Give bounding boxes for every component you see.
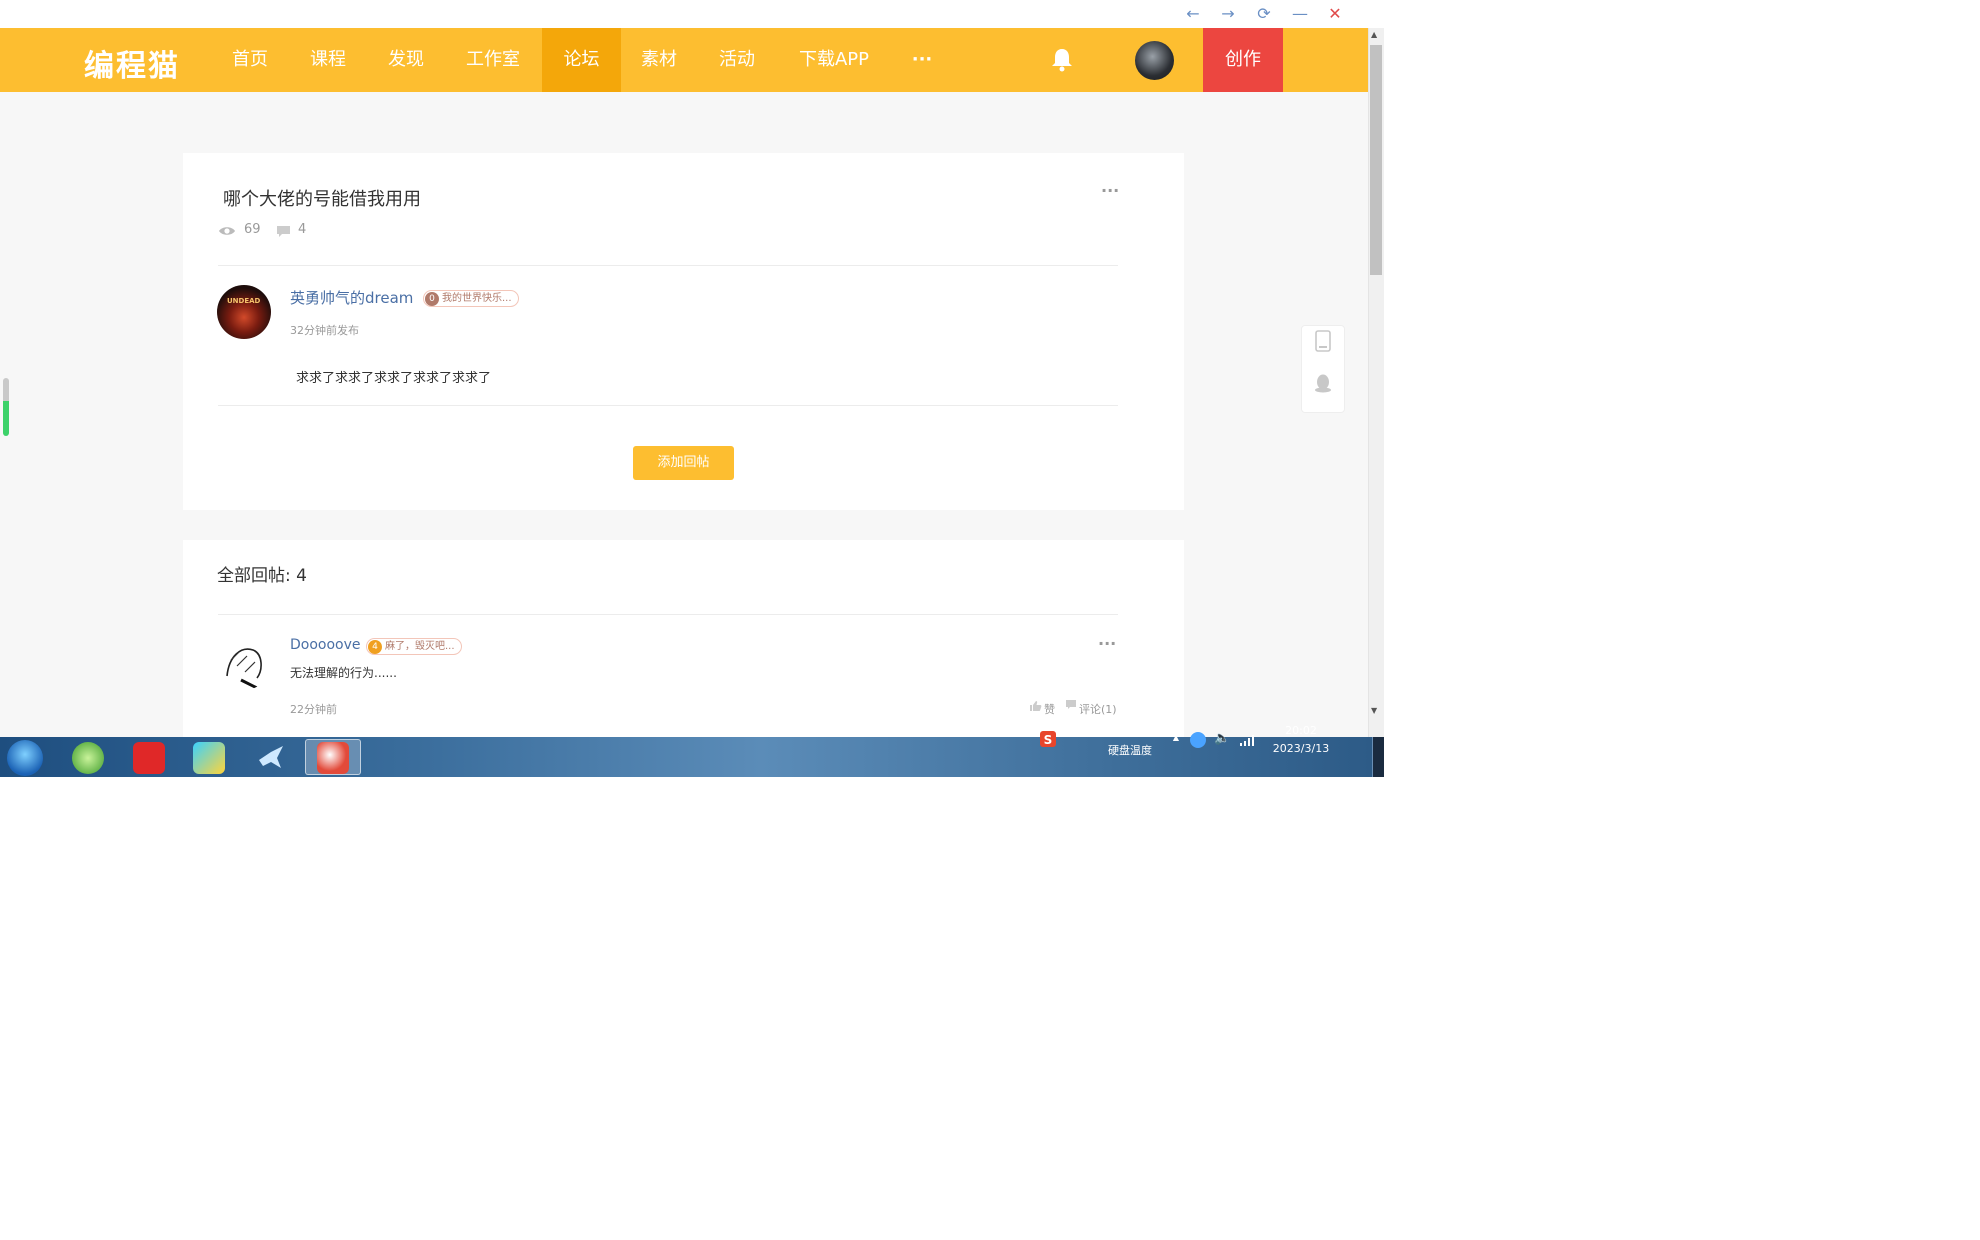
netease-music-app-icon[interactable] xyxy=(133,742,165,774)
post-title: 哪个大佬的号能借我用用 xyxy=(223,189,421,210)
nav-item-studio[interactable]: 工作室 xyxy=(452,28,534,92)
post-views-count: 69 xyxy=(244,222,261,237)
refresh-icon[interactable]: ⟳ xyxy=(1250,3,1278,25)
nav-item-events[interactable]: 活动 xyxy=(704,28,770,92)
like-button-label[interactable]: 赞 xyxy=(1044,701,1055,717)
clock-date[interactable]: 2023/3/13 xyxy=(1266,742,1336,755)
show-desktop-button[interactable] xyxy=(1372,737,1384,777)
reply-badge-text: 麻了，毁灭吧... xyxy=(385,641,455,652)
svg-text:S: S xyxy=(1044,733,1053,747)
scroll-down-arrow-icon[interactable]: ▼ xyxy=(1371,706,1377,715)
user-avatar[interactable] xyxy=(1135,41,1174,80)
reply-more-icon[interactable]: ··· xyxy=(1098,634,1116,653)
views-eye-icon xyxy=(219,227,235,235)
sogou-input-icon[interactable]: S xyxy=(1039,730,1057,748)
nav-item-home[interactable]: 首页 xyxy=(217,28,283,92)
replies-header: 全部回帖: 4 xyxy=(217,566,307,586)
nav-item-discover[interactable]: 发现 xyxy=(373,28,439,92)
scrollbar-thumb[interactable] xyxy=(1370,45,1382,275)
reply-author-name[interactable]: Dooooove xyxy=(290,637,361,653)
reply-content: 无法理解的行为...... xyxy=(290,666,397,680)
disk-temp-value: 31℃ xyxy=(1116,724,1144,737)
window-titlebar xyxy=(0,0,1384,28)
post-content: 求求了求求了求求了求求了求求了 xyxy=(296,371,492,386)
nav-more-icon[interactable]: ··· xyxy=(902,28,942,92)
tray-expand-icon[interactable]: ▲ xyxy=(1168,733,1184,742)
divider xyxy=(218,614,1118,615)
bell-icon[interactable] xyxy=(1050,47,1074,73)
author-badge: 0 我的世界快乐... xyxy=(423,290,519,307)
volume-icon[interactable]: 🔈 xyxy=(1214,731,1230,746)
post-comments-count: 4 xyxy=(298,222,307,237)
screen: ← → ⟳ — ✕ 编程猫 首页 课程 发现 工作室 论坛 素材 活动 下载AP… xyxy=(0,0,1980,1240)
reply-time: 22分钟前 xyxy=(290,703,337,716)
divider xyxy=(218,265,1118,266)
browser-app-icon[interactable] xyxy=(72,742,104,774)
divider xyxy=(218,405,1118,406)
back-icon[interactable]: ← xyxy=(1179,3,1207,25)
nav-item-courses[interactable]: 课程 xyxy=(295,28,361,92)
mobile-phone-icon[interactable] xyxy=(1314,330,1332,352)
reply-author-avatar[interactable] xyxy=(217,636,271,690)
close-icon[interactable]: ✕ xyxy=(1321,3,1349,25)
forward-icon[interactable]: → xyxy=(1214,3,1242,25)
codemao-app-icon[interactable] xyxy=(317,742,349,774)
disk-temp-label: 硬盘温度 xyxy=(1108,744,1152,757)
signal-icon[interactable] xyxy=(1240,734,1256,746)
author-name[interactable]: 英勇帅气的dream xyxy=(290,287,413,308)
like-icon[interactable] xyxy=(1029,700,1042,712)
scroll-up-arrow-icon[interactable]: ▲ xyxy=(1371,30,1377,39)
author-badge-text: 我的世界快乐... xyxy=(442,293,512,304)
create-button[interactable]: 创作 xyxy=(1203,28,1283,92)
side-progress-indicator xyxy=(3,378,9,436)
add-reply-button[interactable]: 添加回帖 xyxy=(633,446,734,480)
start-button-icon[interactable] xyxy=(7,740,43,776)
reply-comment-label[interactable]: 评论(1) xyxy=(1079,701,1117,717)
reply-comment-icon[interactable] xyxy=(1065,699,1077,710)
author-avatar[interactable]: UNDEAD xyxy=(217,285,271,339)
nav-item-download-app[interactable]: 下载APP xyxy=(789,28,879,92)
site-logo[interactable]: 编程猫 xyxy=(84,41,180,85)
clock-time[interactable]: 20:02 xyxy=(1266,724,1336,737)
nav-item-forum[interactable]: 论坛 xyxy=(542,28,621,92)
reply-author-badge: 4 麻了，毁灭吧... xyxy=(366,638,462,655)
minimize-icon[interactable]: — xyxy=(1286,3,1314,25)
post-time: 32分钟前发布 xyxy=(290,324,359,337)
video-player-app-icon[interactable] xyxy=(193,742,225,774)
post-more-icon[interactable]: ··· xyxy=(1101,181,1119,200)
qq-penguin-icon[interactable] xyxy=(1314,373,1332,393)
reply-level-badge-dot: 4 xyxy=(368,640,382,654)
bird-app-icon[interactable] xyxy=(255,742,287,774)
tray-network-icon[interactable] xyxy=(1190,732,1206,748)
comment-icon xyxy=(277,226,290,237)
level-badge-dot: 0 xyxy=(425,292,439,306)
nav-item-materials[interactable]: 素材 xyxy=(626,28,692,92)
